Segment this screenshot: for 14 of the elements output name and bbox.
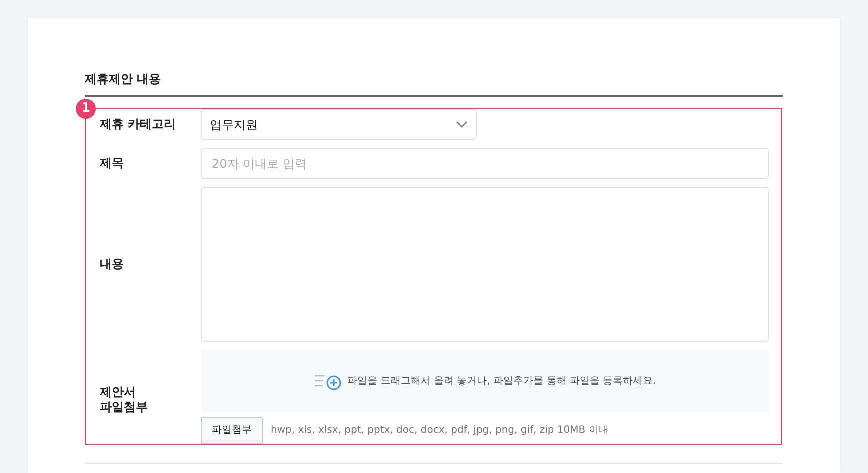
field-label: 제안서 파일첨부 [100,385,149,414]
add-file-icon [314,372,342,390]
drop-zone[interactable]: 파일을 드래그해서 올려 놓거나, 파일추가를 통해 파일을 등록하세요. [201,350,769,413]
field-label: 내용 [100,257,125,272]
field-label: 제휴 카테고리 [100,117,178,132]
content-textarea[interactable] [201,187,769,342]
category-select[interactable]: 업무지원 [201,109,477,140]
section-title: 제휴제안 내용 [85,70,783,97]
attach-button[interactable]: 파일첨부 [201,417,263,444]
file-hint: hwp, xls, xlsx, ppt, pptx, doc, docx, pdf, jpg, png, gif, zip 10MB 이내 [271,424,609,438]
chevron-down-icon [456,120,468,128]
number-badge: 1 [76,99,96,119]
field-label: 제목 [100,156,125,171]
title-input[interactable]: 20자 이내로 입력 [201,148,769,179]
